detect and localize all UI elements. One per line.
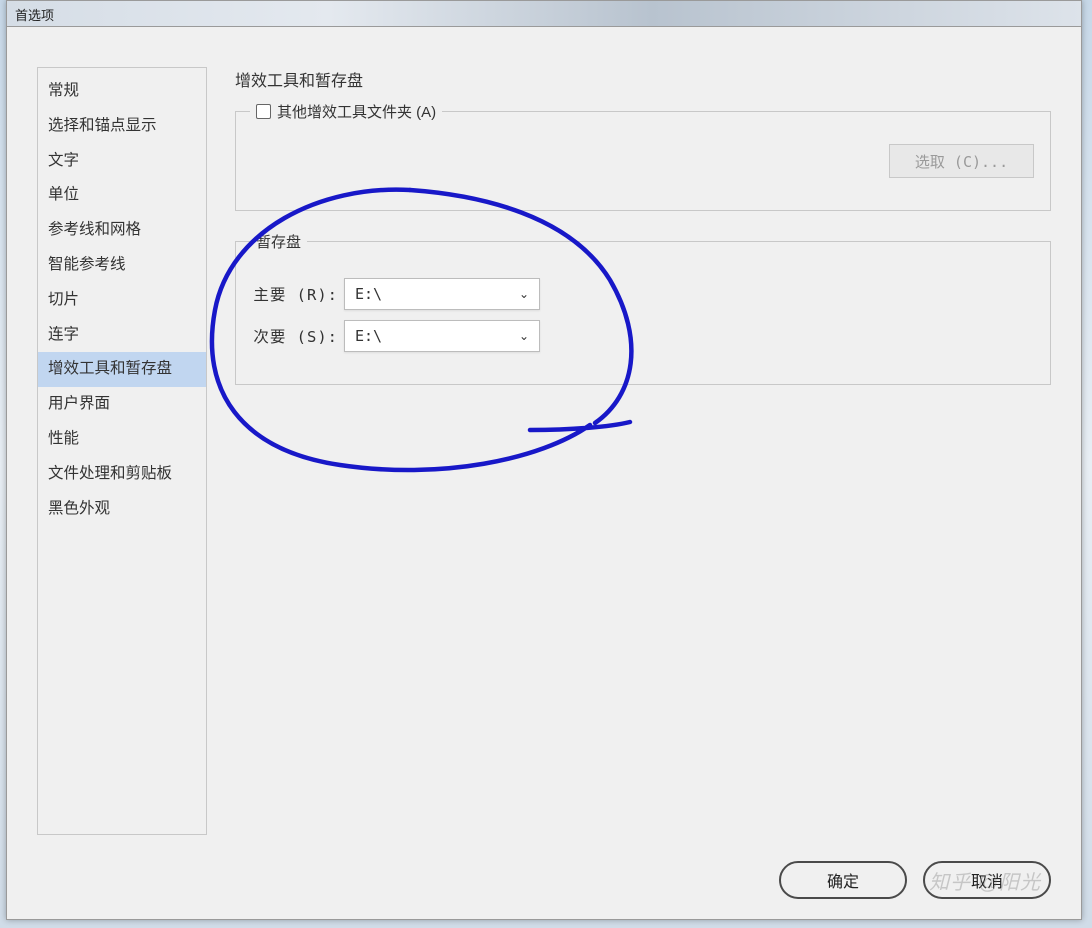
sidebar-item-file-clipboard[interactable]: 文件处理和剪贴板	[38, 457, 206, 492]
chevron-down-icon: ⌄	[519, 287, 529, 301]
choose-button: 选取 (C)...	[889, 144, 1034, 178]
window-title: 首选项	[15, 8, 54, 23]
sidebar-item-selection-anchor[interactable]: 选择和锚点显示	[38, 109, 206, 144]
scratch-disk-legend: 暂存盘	[250, 231, 307, 252]
preferences-window: 首选项 常规 选择和锚点显示 文字 单位 参考线和网格 智能参考线 切片 连字 …	[6, 0, 1082, 920]
sidebar-item-type[interactable]: 文字	[38, 144, 206, 179]
additional-plugins-checkbox[interactable]	[256, 104, 271, 119]
sidebar: 常规 选择和锚点显示 文字 单位 参考线和网格 智能参考线 切片 连字 增效工具…	[37, 67, 207, 835]
secondary-label: 次要 (S):	[252, 325, 344, 347]
content-area: 常规 选择和锚点显示 文字 单位 参考线和网格 智能参考线 切片 连字 增效工具…	[7, 27, 1081, 845]
plugins-group-legend: 其他增效工具文件夹 (A)	[250, 101, 442, 122]
sidebar-item-slices[interactable]: 切片	[38, 283, 206, 318]
plugins-group: 其他增效工具文件夹 (A) 选取 (C)...	[235, 111, 1051, 211]
secondary-scratch-value: E:\	[355, 327, 382, 345]
page-title: 增效工具和暂存盘	[235, 67, 1051, 91]
primary-scratch-select[interactable]: E:\ ⌄	[344, 278, 540, 310]
ok-button[interactable]: 确定	[779, 861, 907, 899]
sidebar-item-ui[interactable]: 用户界面	[38, 387, 206, 422]
secondary-row: 次要 (S): E:\ ⌄	[252, 320, 1034, 352]
scratch-disk-group: 暂存盘 主要 (R): E:\ ⌄ 次要 (S): E:\ ⌄	[235, 241, 1051, 385]
titlebar[interactable]: 首选项	[7, 1, 1081, 27]
sidebar-item-black-appearance[interactable]: 黑色外观	[38, 492, 206, 527]
primary-scratch-value: E:\	[355, 285, 382, 303]
cancel-button[interactable]: 取消	[923, 861, 1051, 899]
sidebar-item-smart-guides[interactable]: 智能参考线	[38, 248, 206, 283]
primary-label: 主要 (R):	[252, 283, 344, 305]
main-panel: 增效工具和暂存盘 其他增效工具文件夹 (A) 选取 (C)... 暂存盘 主要 …	[207, 67, 1051, 835]
additional-plugins-label: 其他增效工具文件夹 (A)	[277, 101, 436, 122]
sidebar-item-guides-grid[interactable]: 参考线和网格	[38, 213, 206, 248]
primary-row: 主要 (R): E:\ ⌄	[252, 278, 1034, 310]
chevron-down-icon: ⌄	[519, 329, 529, 343]
sidebar-item-performance[interactable]: 性能	[38, 422, 206, 457]
dialog-footer: 确定 取消	[779, 861, 1051, 899]
sidebar-item-hyphenation[interactable]: 连字	[38, 318, 206, 353]
sidebar-item-units[interactable]: 单位	[38, 178, 206, 213]
sidebar-item-general[interactable]: 常规	[38, 74, 206, 109]
sidebar-item-plugins-scratch[interactable]: 增效工具和暂存盘	[38, 352, 206, 387]
secondary-scratch-select[interactable]: E:\ ⌄	[344, 320, 540, 352]
